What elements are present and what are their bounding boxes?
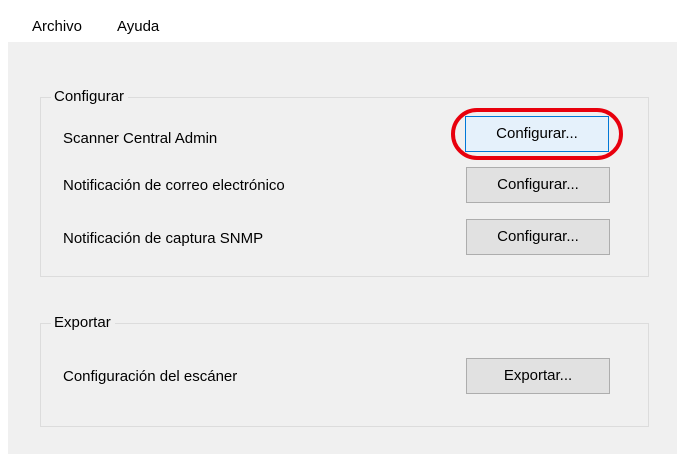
menu-archivo[interactable]: Archivo bbox=[32, 18, 82, 36]
configure-scanner-central-admin-button[interactable]: Configurar... bbox=[465, 116, 609, 152]
configure-email-notification-button[interactable]: Configurar... bbox=[466, 167, 610, 203]
export-scanner-config-button[interactable]: Exportar... bbox=[466, 358, 610, 394]
export-group-title: Exportar bbox=[51, 313, 115, 333]
menu-ayuda[interactable]: Ayuda bbox=[117, 18, 159, 36]
configure-snmp-trap-button[interactable]: Configurar... bbox=[466, 219, 610, 255]
row-label-scanner-config: Configuración del escáner bbox=[63, 368, 238, 385]
menu-bar: Archivo Ayuda bbox=[8, 8, 677, 42]
configure-group-title: Configurar bbox=[51, 87, 129, 107]
row-label-scanner-central-admin: Scanner Central Admin bbox=[63, 130, 218, 147]
row-label-email-notification: Notificación de correo electrónico bbox=[63, 177, 285, 194]
row-label-snmp-trap: Notificación de captura SNMP bbox=[63, 230, 264, 247]
